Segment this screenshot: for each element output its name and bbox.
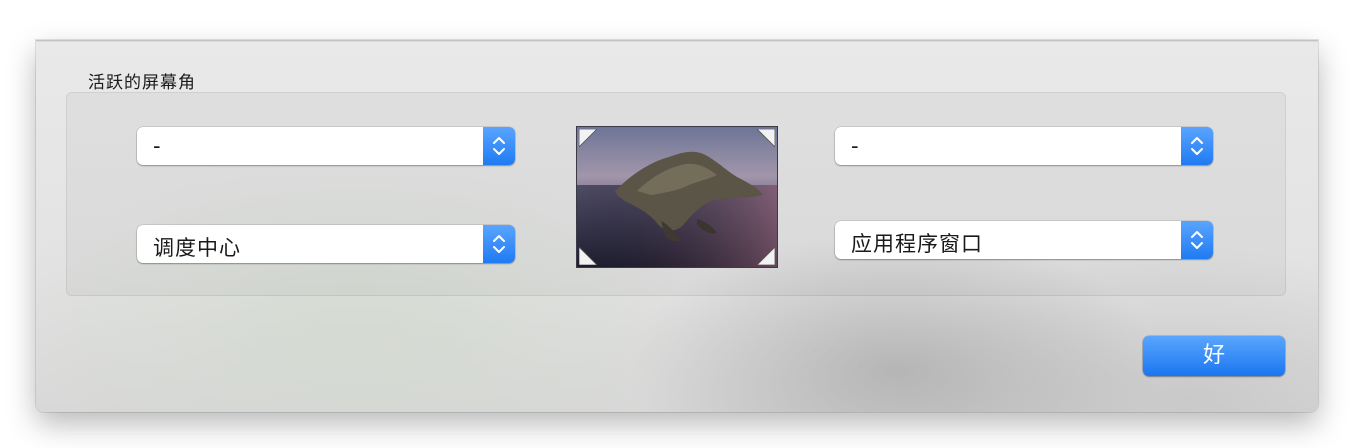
bottom-left-corner-value: 调度中心 <box>153 236 241 260</box>
desktop-preview-thumbnail <box>576 126 778 268</box>
top-right-corner-value: - <box>851 134 860 158</box>
top-left-corner-popup[interactable]: - <box>137 127 515 165</box>
corner-triangle-icon <box>757 247 775 265</box>
corner-triangle-icon <box>579 247 597 265</box>
up-down-chevron-icon <box>1191 137 1203 155</box>
bottom-right-corner-value: 应用程序窗口 <box>851 232 983 256</box>
popup-stepper <box>483 127 515 165</box>
top-right-corner-popup[interactable]: - <box>835 127 1213 165</box>
top-left-corner-value: - <box>153 134 162 158</box>
popup-stepper <box>1181 221 1213 259</box>
corner-triangle-icon <box>757 129 775 147</box>
wallpaper-image <box>577 127 777 267</box>
up-down-chevron-icon <box>1191 231 1203 249</box>
section-title: 活跃的屏幕角 <box>88 73 196 93</box>
popup-stepper <box>1181 127 1213 165</box>
hot-corners-sheet: 活跃的屏幕角 - 调度中心 - 应用程序窗口 好 <box>36 40 1318 412</box>
up-down-chevron-icon <box>493 137 505 155</box>
ok-button[interactable]: 好 <box>1143 336 1285 376</box>
corner-triangle-icon <box>579 129 597 147</box>
popup-stepper <box>483 225 515 263</box>
bottom-left-corner-popup[interactable]: 调度中心 <box>137 225 515 263</box>
up-down-chevron-icon <box>493 235 505 253</box>
bottom-right-corner-popup[interactable]: 应用程序窗口 <box>835 221 1213 259</box>
